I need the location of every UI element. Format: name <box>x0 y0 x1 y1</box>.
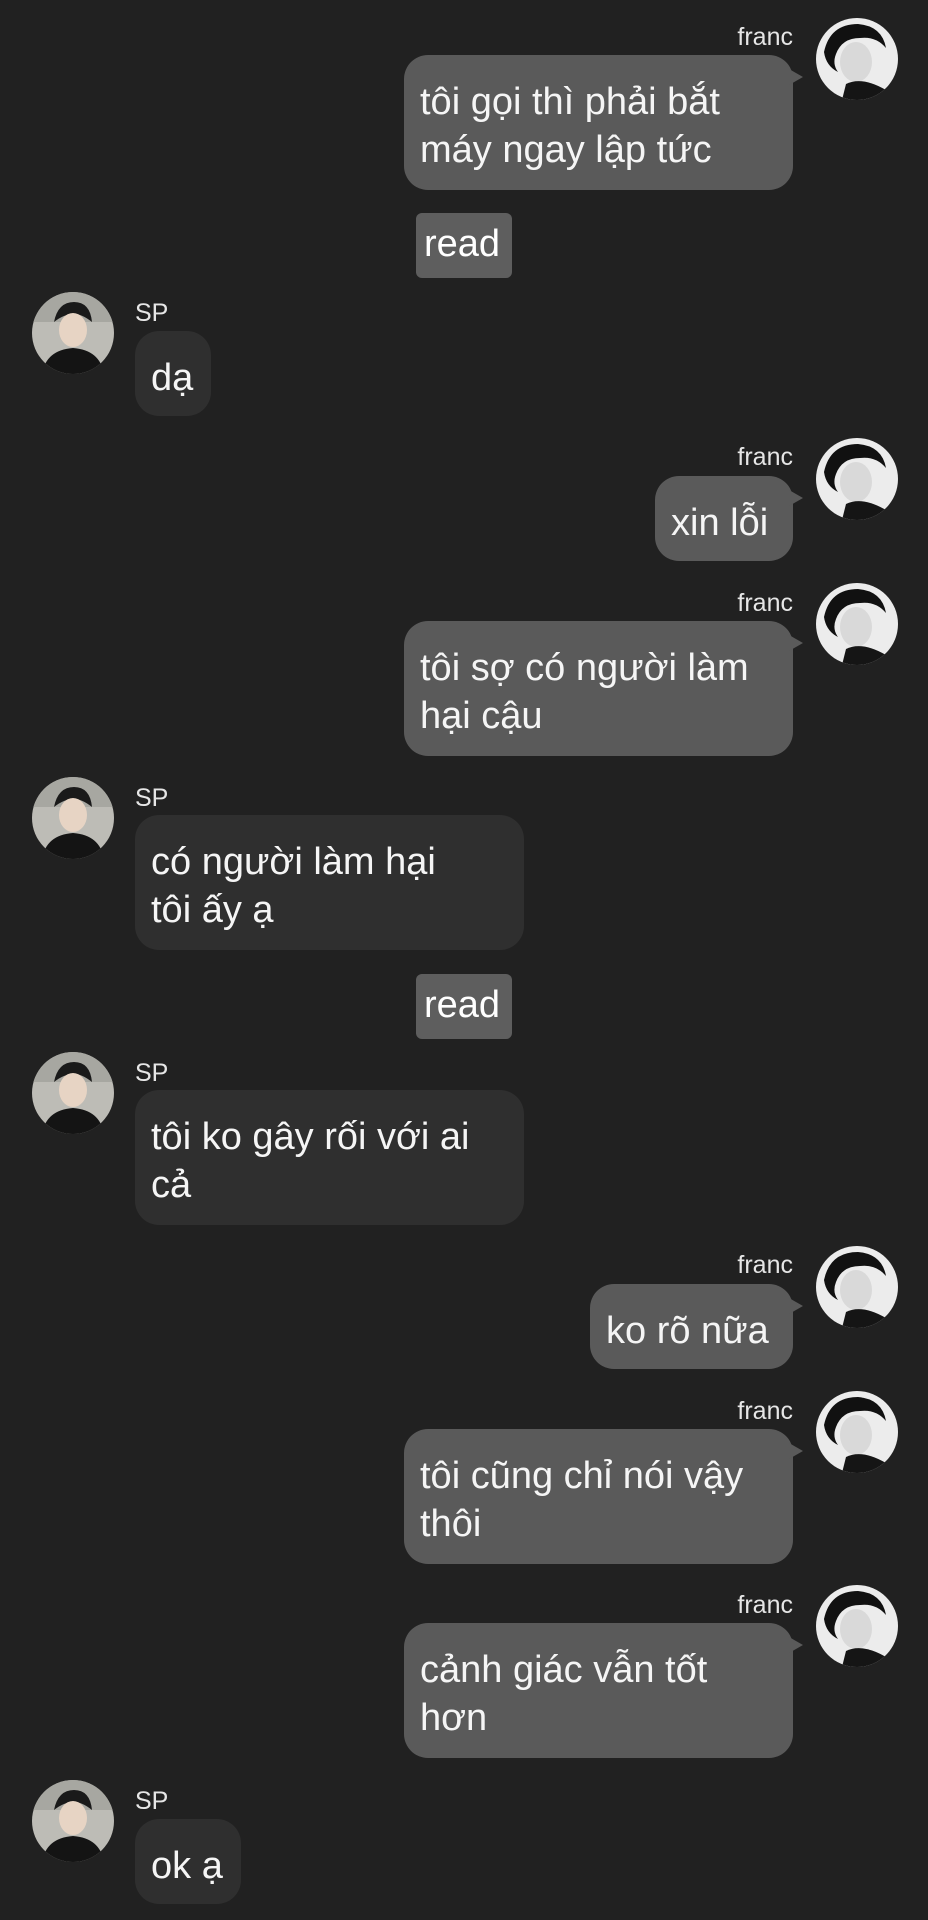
franc-avatar[interactable] <box>816 583 898 665</box>
sender-name-franc: franc <box>737 589 793 617</box>
sp-avatar[interactable] <box>32 1780 114 1862</box>
sp-avatar-icon <box>32 1780 114 1862</box>
sender-name-franc: franc <box>737 1591 793 1619</box>
franc-avatar-icon <box>816 1585 898 1667</box>
message-bubble-incoming[interactable]: dạ <box>135 331 211 416</box>
sender-name-franc: franc <box>737 23 793 51</box>
read-receipt: read <box>416 974 512 1039</box>
sp-avatar-icon <box>32 777 114 859</box>
chat-thread[interactable]: franc tôi gọi thì phải bắt máy ngay lập … <box>0 0 928 1920</box>
franc-avatar[interactable] <box>816 18 898 100</box>
message-bubble-outgoing[interactable]: tôi gọi thì phải bắt máy ngay lập tức <box>404 55 803 190</box>
sender-name-sp: SP <box>135 299 169 327</box>
sender-name-sp: SP <box>135 1787 169 1815</box>
franc-avatar[interactable] <box>816 1585 898 1667</box>
message-bubble-outgoing[interactable]: tôi sợ có người làm hại cậu <box>404 621 803 756</box>
franc-avatar-icon <box>816 1246 898 1328</box>
franc-avatar-icon <box>816 438 898 520</box>
sender-name-sp: SP <box>135 784 169 812</box>
message-bubble-outgoing[interactable]: tôi cũng chỉ nói vậy thôi <box>404 1429 803 1564</box>
sender-name-franc: franc <box>737 443 793 471</box>
sp-avatar[interactable] <box>32 777 114 859</box>
message-bubble-incoming[interactable]: tôi ko gây rối với ai cả <box>135 1090 524 1225</box>
message-bubble-incoming[interactable]: có người làm hại tôi ấy ạ <box>135 815 524 950</box>
franc-avatar-icon <box>816 1391 898 1473</box>
sp-avatar[interactable] <box>32 1052 114 1134</box>
sp-avatar[interactable] <box>32 292 114 374</box>
franc-avatar-icon <box>816 583 898 665</box>
franc-avatar[interactable] <box>816 438 898 520</box>
sp-avatar-icon <box>32 292 114 374</box>
sp-avatar-icon <box>32 1052 114 1134</box>
sender-name-franc: franc <box>737 1251 793 1279</box>
franc-avatar-icon <box>816 18 898 100</box>
sender-name-franc: franc <box>737 1397 793 1425</box>
message-bubble-outgoing[interactable]: xin lỗi <box>655 476 803 561</box>
read-receipt: read <box>416 213 512 278</box>
message-bubble-incoming[interactable]: ok ạ <box>135 1819 241 1904</box>
franc-avatar[interactable] <box>816 1391 898 1473</box>
message-bubble-outgoing[interactable]: cảnh giác vẫn tốt hơn <box>404 1623 803 1758</box>
sender-name-sp: SP <box>135 1059 169 1087</box>
message-bubble-outgoing[interactable]: ko rõ nữa <box>590 1284 803 1369</box>
franc-avatar[interactable] <box>816 1246 898 1328</box>
